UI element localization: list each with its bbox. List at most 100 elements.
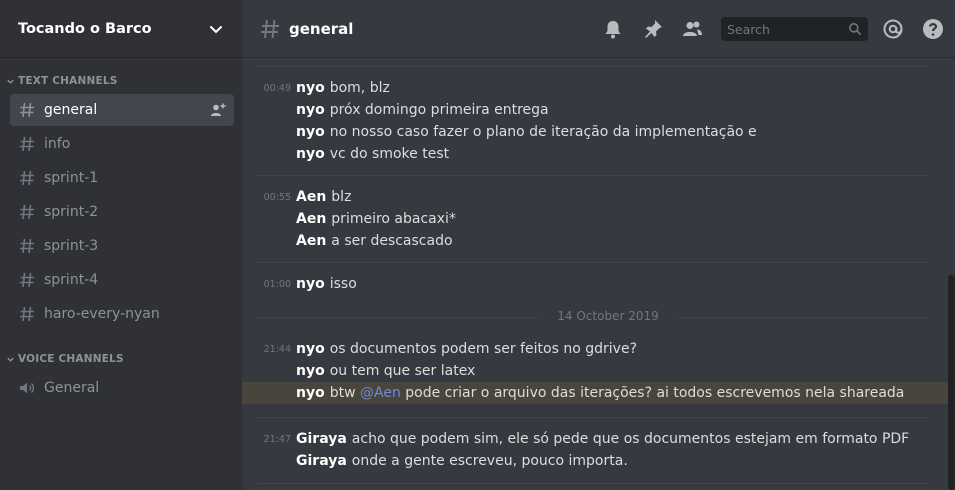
category-label: VOICE CHANNELS — [18, 353, 124, 365]
message-content: a ser descascado — [331, 233, 453, 249]
channel-sprint-3[interactable]: sprint-3 — [10, 230, 234, 262]
channel-name: sprint-2 — [44, 204, 99, 220]
message-list[interactable]: 00:49 nyo bom, blz nyo próx domingo prim… — [242, 57, 955, 490]
members-icon[interactable] — [681, 18, 703, 40]
channel-name: general — [44, 102, 98, 118]
chevron-down-icon — [7, 357, 14, 362]
message-author[interactable]: nyo — [296, 276, 325, 292]
speaker-icon — [20, 382, 35, 394]
chevron-down-icon — [7, 79, 14, 84]
date-label: 14 October 2019 — [557, 309, 659, 323]
hash-icon — [20, 170, 34, 186]
message-content: blz — [331, 189, 352, 205]
message-group-divider — [258, 417, 928, 418]
message-author[interactable]: nyo — [296, 146, 325, 162]
category-voice-channels[interactable]: VOICE CHANNELS — [0, 351, 242, 367]
message-highlighted[interactable]: nyo btw @Aen pode criar o arquivo das it… — [242, 382, 948, 404]
message[interactable]: 21:44 nyo os documentos podem ser feitos… — [242, 338, 948, 360]
channel-name: sprint-3 — [44, 238, 99, 254]
timestamp: 21:44 — [263, 343, 291, 355]
message[interactable]: nyo ou tem que ser latex — [242, 360, 948, 382]
message-content: bom, blz — [329, 80, 390, 96]
search-icon — [849, 23, 862, 36]
chevron-down-icon — [210, 25, 222, 33]
channel-name: General — [44, 380, 100, 396]
channel-haro-every-nyan[interactable]: haro-every-nyan — [10, 298, 234, 330]
message[interactable]: Aen a ser descascado — [242, 230, 948, 252]
message[interactable]: nyo próx domingo primeira entrega — [242, 99, 948, 121]
message[interactable]: 00:55 Aen blz — [242, 186, 948, 208]
message-group-divider — [258, 483, 928, 484]
message[interactable]: 21:47 Giraya acho que podem sim, ele só … — [242, 428, 948, 450]
timestamp: 01:00 — [263, 278, 291, 290]
message-content: próx domingo primeira entrega — [329, 102, 549, 118]
message-content: vc do smoke test — [329, 146, 450, 162]
category-text-channels[interactable]: TEXT CHANNELS — [0, 73, 242, 89]
server-header[interactable]: Tocando o Barco — [0, 0, 242, 57]
create-invite-icon[interactable] — [210, 102, 226, 118]
message-author[interactable]: Giraya — [296, 431, 347, 447]
message-group-divider — [258, 262, 928, 263]
message-author[interactable]: nyo — [296, 124, 325, 140]
hash-icon — [20, 238, 34, 254]
hash-icon — [20, 204, 34, 220]
message-content: btw @Aen pode criar o arquivo das iteraç… — [329, 385, 905, 401]
bell-icon[interactable] — [602, 18, 624, 40]
channel-sprint-2[interactable]: sprint-2 — [10, 196, 234, 228]
hash-icon — [261, 19, 279, 38]
message[interactable]: nyo vc do smoke test — [242, 143, 948, 165]
message-content: isso — [329, 276, 357, 292]
channel-sprint-1[interactable]: sprint-1 — [10, 162, 234, 194]
channel-sprint-4[interactable]: sprint-4 — [10, 264, 234, 296]
message[interactable]: 01:00 nyo isso — [242, 273, 948, 295]
timestamp: 00:49 — [263, 82, 291, 94]
message-author[interactable]: Giraya — [296, 453, 347, 469]
message[interactable]: Aen primeiro abacaxi* — [242, 208, 948, 230]
channel-header: general Search — [242, 0, 955, 57]
channel-name: info — [44, 136, 71, 152]
channel-title: general — [289, 19, 354, 38]
channel-info[interactable]: info — [10, 128, 234, 160]
message-group-divider — [258, 175, 928, 176]
message-author[interactable]: Aen — [296, 211, 326, 227]
message-content: no nosso caso fazer o plano de iteração … — [329, 124, 757, 140]
message-group-divider — [258, 66, 928, 67]
mention-icon[interactable] — [882, 18, 904, 40]
pin-icon[interactable] — [642, 18, 664, 40]
message-author[interactable]: Aen — [296, 233, 326, 249]
timestamp: 00:55 — [263, 191, 291, 203]
scrollbar-thumb[interactable] — [948, 275, 955, 490]
hash-icon — [20, 272, 34, 288]
channel-name: sprint-4 — [44, 272, 99, 288]
message-content: os documentos podem ser feitos no gdrive… — [329, 341, 637, 357]
channel-sidebar: Tocando o Barco TEXT CHANNELS general in… — [0, 0, 242, 490]
user-mention[interactable]: @Aen — [360, 385, 401, 401]
category-label: TEXT CHANNELS — [18, 75, 118, 87]
message[interactable]: Giraya onde a gente escreveu, pouco impo… — [242, 450, 948, 472]
message-author[interactable]: Aen — [296, 189, 326, 205]
date-divider: 14 October 2019 — [258, 309, 928, 323]
search-placeholder: Search — [727, 21, 770, 37]
message-content: onde a gente escreveu, pouco importa. — [351, 453, 628, 469]
message-author[interactable]: nyo — [296, 341, 325, 357]
message[interactable]: nyo no nosso caso fazer o plano de itera… — [242, 121, 948, 143]
help-icon[interactable] — [922, 18, 944, 40]
message-author[interactable]: nyo — [296, 80, 325, 96]
voice-channel-general[interactable]: General — [10, 372, 234, 404]
timestamp: 21:47 — [263, 433, 291, 445]
search-input[interactable]: Search — [721, 17, 868, 41]
channel-name: sprint-1 — [44, 170, 99, 186]
message[interactable]: 00:49 nyo bom, blz — [242, 77, 948, 99]
hash-icon — [20, 136, 34, 152]
message-author[interactable]: nyo — [296, 363, 325, 379]
message-author[interactable]: nyo — [296, 102, 325, 118]
hash-icon — [20, 306, 34, 322]
server-name: Tocando o Barco — [18, 20, 152, 37]
message-content: acho que podem sim, ele só pede que os d… — [351, 431, 910, 447]
message-author[interactable]: nyo — [296, 385, 325, 401]
channel-name: haro-every-nyan — [44, 306, 160, 322]
message-content: primeiro abacaxi* — [331, 211, 456, 227]
channel-general[interactable]: general — [10, 94, 234, 126]
hash-icon — [20, 102, 34, 118]
message-content: ou tem que ser latex — [329, 363, 476, 379]
